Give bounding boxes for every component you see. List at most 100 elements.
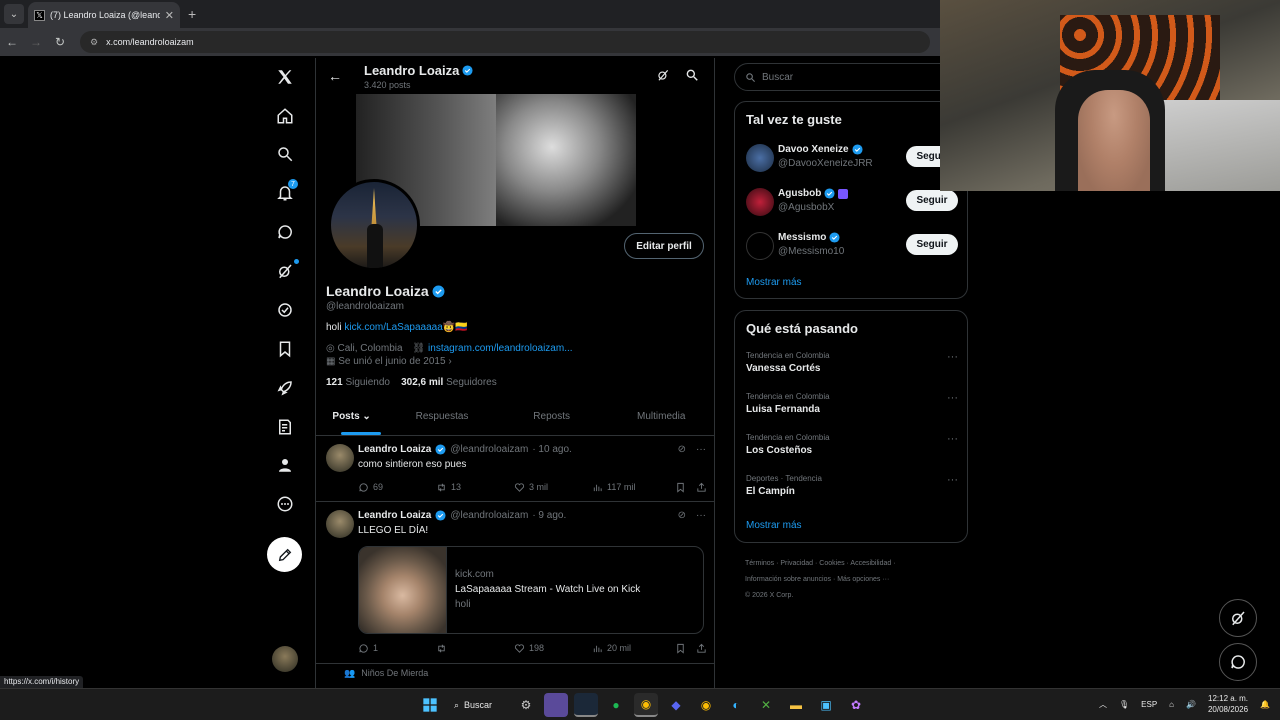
- trend-more-icon[interactable]: ···: [947, 474, 958, 486]
- notification-bell-icon[interactable]: 🔔: [1260, 700, 1270, 709]
- compose-post-button[interactable]: [267, 537, 302, 572]
- edge-icon[interactable]: ◐: [724, 693, 748, 717]
- messages-floating-button[interactable]: [1219, 643, 1257, 681]
- suggestion-item[interactable]: Agusbob @AgusbobX Seguir: [746, 186, 958, 220]
- taskbar-search[interactable]: ⌕ Buscar: [448, 693, 508, 717]
- back-button[interactable]: ←: [0, 35, 24, 49]
- repost-button[interactable]: 13: [436, 482, 514, 493]
- tab-close-icon[interactable]: ✕: [165, 9, 174, 22]
- edit-profile-button[interactable]: Editar perfil: [624, 233, 704, 259]
- back-arrow-icon[interactable]: ←: [328, 68, 342, 84]
- trend-item[interactable]: Tendencia en Colombia Luisa Fernanda ···: [746, 392, 958, 426]
- reload-button[interactable]: ↻: [48, 35, 72, 49]
- volume-icon[interactable]: 🔊: [1186, 700, 1196, 709]
- suggestion-name[interactable]: Agusbob: [778, 188, 849, 199]
- rocket-icon[interactable]: [268, 371, 302, 405]
- suggestion-avatar[interactable]: [746, 144, 774, 172]
- tab-posts[interactable]: Posts ⌄: [316, 398, 387, 435]
- bio-link[interactable]: kick.com/LaSapaaaaa: [344, 322, 442, 333]
- copilot-icon[interactable]: ✿: [844, 693, 868, 717]
- following-link[interactable]: 121 Siguiendo: [326, 377, 390, 388]
- views-button[interactable]: 117 mil: [592, 482, 675, 493]
- post-date[interactable]: · 10 ago.: [532, 444, 571, 455]
- like-button[interactable]: 3 mil: [514, 482, 592, 493]
- more-options-icon[interactable]: ···: [696, 444, 706, 455]
- tab-reposts[interactable]: Reposts: [497, 398, 607, 435]
- chrome-icon[interactable]: ◉: [694, 693, 718, 717]
- post-avatar[interactable]: [326, 510, 354, 538]
- views-button[interactable]: 20 mil: [592, 643, 675, 654]
- trend-item[interactable]: Tendencia en Colombia Los Costeños ···: [746, 433, 958, 467]
- share-button[interactable]: [696, 482, 707, 493]
- suggestion-avatar[interactable]: [746, 188, 774, 216]
- profile-avatar[interactable]: [328, 179, 420, 271]
- followers-link[interactable]: 302,6 mil Seguidores: [401, 377, 497, 388]
- settings-app-icon[interactable]: ⚙: [514, 693, 538, 717]
- trend-more-icon[interactable]: ···: [947, 433, 958, 445]
- tab-replies[interactable]: Respuestas: [387, 398, 497, 435]
- reply-button[interactable]: 1: [358, 643, 436, 654]
- notifications-icon[interactable]: 7: [268, 176, 302, 210]
- website-link[interactable]: instagram.com/leandroloaizam...: [428, 343, 573, 354]
- suggestion-name[interactable]: Messismo: [778, 232, 840, 243]
- clock[interactable]: 12:12 a. m. 20/08/2026: [1208, 693, 1248, 715]
- app-icon[interactable]: [544, 693, 568, 717]
- post-date[interactable]: · 9 ago.: [532, 510, 566, 521]
- bookmark-button[interactable]: [675, 643, 696, 654]
- grok-header-icon[interactable]: [656, 68, 670, 82]
- search-input[interactable]: Buscar: [734, 63, 968, 91]
- home-icon[interactable]: [268, 99, 302, 133]
- profile-icon[interactable]: [268, 448, 302, 482]
- discord-icon[interactable]: ◆: [664, 693, 688, 717]
- repost-context[interactable]: 👥 Niños De Mierda: [344, 668, 428, 679]
- bookmarks-icon[interactable]: [268, 332, 302, 366]
- verified-orgs-icon[interactable]: [268, 293, 302, 327]
- xbox-icon[interactable]: ✕: [754, 693, 778, 717]
- like-button[interactable]: 198: [514, 643, 592, 654]
- follow-button[interactable]: Seguir: [906, 234, 958, 255]
- chevron-up-icon[interactable]: ︿: [1099, 699, 1107, 710]
- file-explorer-icon[interactable]: ▬: [784, 693, 808, 717]
- language-indicator[interactable]: ESP: [1141, 700, 1157, 709]
- grok-icon[interactable]: [268, 254, 302, 288]
- suggestion-name[interactable]: Davoo Xeneize: [778, 144, 863, 155]
- x-logo-icon[interactable]: [268, 60, 302, 94]
- show-more-link[interactable]: Mostrar más: [746, 520, 802, 531]
- post-item[interactable]: Leandro Loaiza @leandroloaizam · 9 ago. …: [316, 502, 714, 664]
- trend-item[interactable]: Deportes · Tendencia El Campín ···: [746, 474, 958, 508]
- footer-line[interactable]: Información sobre anuncios · Más opcione…: [745, 572, 965, 588]
- post-avatar[interactable]: [326, 444, 354, 472]
- trend-more-icon[interactable]: ···: [947, 392, 958, 404]
- spotify-icon[interactable]: ●: [604, 693, 628, 717]
- suggestion-avatar[interactable]: [746, 232, 774, 260]
- show-more-link[interactable]: Mostrar más: [746, 277, 802, 288]
- grok-post-icon[interactable]: ⊘: [678, 444, 686, 455]
- suggestion-item[interactable]: Messismo @Messismo10 Seguir: [746, 230, 958, 264]
- follow-button[interactable]: Seguir: [906, 190, 958, 211]
- joined-date[interactable]: ▦ Se unió el junio de 2015 ›: [326, 356, 452, 367]
- post-author[interactable]: Leandro Loaiza: [358, 444, 431, 455]
- more-icon[interactable]: [268, 487, 302, 521]
- new-tab-button[interactable]: +: [188, 6, 196, 22]
- suggestion-item[interactable]: Davoo Xeneize @DavooXeneizeJRR Seguir: [746, 142, 958, 176]
- articles-icon[interactable]: [268, 410, 302, 444]
- url-field[interactable]: ⚙ x.com/leandroloaizam: [80, 31, 930, 53]
- photos-icon[interactable]: ▣: [814, 693, 838, 717]
- post-author[interactable]: Leandro Loaiza: [358, 510, 431, 521]
- browser-tab[interactable]: 𝕏 (7) Leandro Loaiza (@leandrolo ✕: [28, 2, 180, 28]
- forward-button[interactable]: →: [24, 35, 48, 49]
- repost-button[interactable]: [436, 643, 514, 654]
- more-options-icon[interactable]: ···: [696, 510, 706, 521]
- grok-post-icon[interactable]: ⊘: [678, 510, 686, 521]
- search-icon[interactable]: [268, 137, 302, 171]
- trend-item[interactable]: Tendencia en Colombia Vanessa Cortés ···: [746, 351, 958, 385]
- account-avatar[interactable]: [272, 646, 298, 672]
- trend-more-icon[interactable]: ···: [947, 351, 958, 363]
- windows-start-icon[interactable]: [418, 693, 442, 717]
- search-profile-icon[interactable]: [685, 68, 699, 82]
- reply-button[interactable]: 69: [358, 482, 436, 493]
- footer-line[interactable]: Términos · Privacidad · Cookies · Accesi…: [745, 556, 965, 572]
- network-icon[interactable]: ⌂: [1169, 700, 1174, 709]
- messages-icon[interactable]: [268, 215, 302, 249]
- share-button[interactable]: [696, 643, 707, 654]
